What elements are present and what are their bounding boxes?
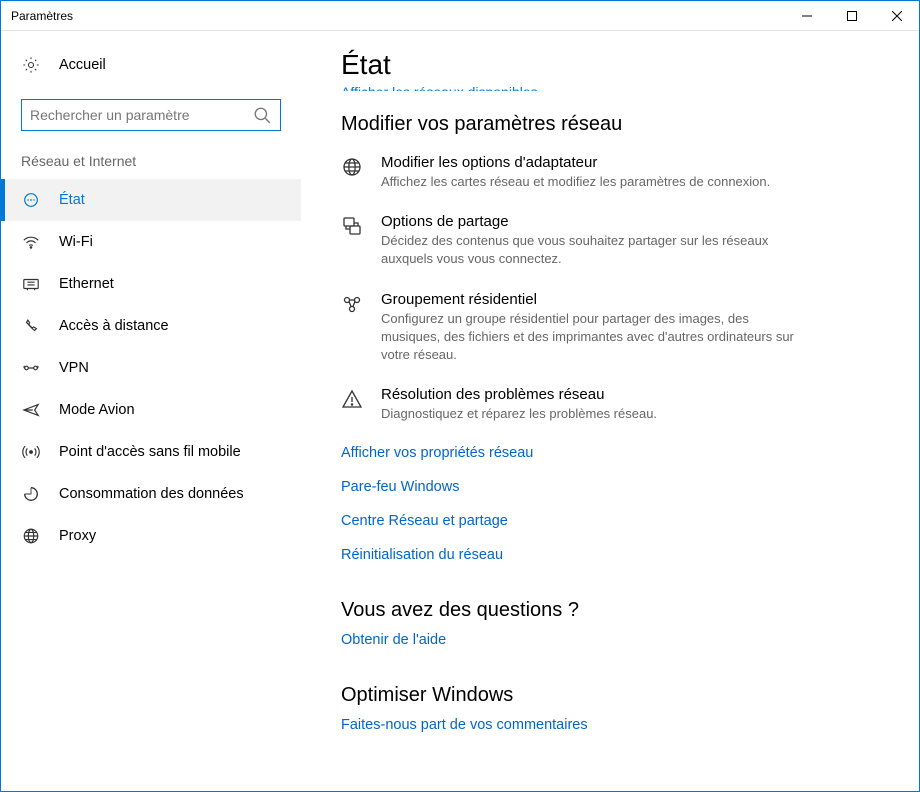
warning-icon <box>341 388 363 410</box>
option-desc: Diagnostiquez et réparez les problèmes r… <box>381 405 657 423</box>
sidebar-item-wifi[interactable]: Wi-Fi <box>1 221 301 263</box>
sidebar-item-vpn[interactable]: VPN <box>1 347 301 389</box>
ethernet-icon <box>21 274 41 294</box>
sidebar-item-dialup[interactable]: Accès à distance <box>1 305 301 347</box>
option-desc: Décidez des contenus que vous souhaitez … <box>381 232 811 268</box>
sidebar-home-label: Accueil <box>59 57 106 73</box>
option-troubleshoot[interactable]: Résolution des problèmes réseau Diagnost… <box>341 386 879 423</box>
option-title: Modifier les options d'adaptateur <box>381 154 770 171</box>
vpn-icon <box>21 358 41 378</box>
airplane-icon <box>21 400 41 420</box>
dialup-icon <box>21 316 41 336</box>
truncated-link[interactable]: Afficher les réseaux disponibles <box>341 85 879 91</box>
sidebar-item-datausage[interactable]: Consommation des données <box>1 473 301 515</box>
window-controls <box>784 1 919 30</box>
nav-label: État <box>59 192 85 208</box>
option-title: Groupement résidentiel <box>381 291 811 308</box>
nav-label: Mode Avion <box>59 402 135 418</box>
maximize-button[interactable] <box>829 1 874 30</box>
nav-label: Consommation des données <box>59 486 244 502</box>
window-title: Paramètres <box>11 9 784 23</box>
optimize-section: Optimiser Windows Faites-nous part de vo… <box>341 684 879 733</box>
data-usage-icon <box>21 484 41 504</box>
sharing-icon <box>341 215 363 237</box>
wifi-icon <box>21 232 41 252</box>
nav-label: Wi-Fi <box>59 234 93 250</box>
page-title: État <box>341 49 879 81</box>
sidebar-category: Réseau et Internet <box>1 153 301 179</box>
option-homegroup[interactable]: Groupement résidentiel Configurez un gro… <box>341 291 879 365</box>
sidebar-nav: État Wi-Fi Ethernet Accès à distance <box>1 179 301 557</box>
option-title: Options de partage <box>381 213 811 230</box>
hotspot-icon <box>21 442 41 462</box>
sidebar-item-ethernet[interactable]: Ethernet <box>1 263 301 305</box>
main-content: État Afficher les réseaux disponibles Mo… <box>301 31 919 791</box>
nav-label: Proxy <box>59 528 96 544</box>
sidebar-item-airplane[interactable]: Mode Avion <box>1 389 301 431</box>
link-list: Afficher vos propriétés réseau Pare-feu … <box>341 445 879 563</box>
sidebar-item-etat[interactable]: État <box>1 179 301 221</box>
link-get-help[interactable]: Obtenir de l'aide <box>341 632 879 648</box>
optimize-heading: Optimiser Windows <box>341 684 879 707</box>
link-reset[interactable]: Réinitialisation du réseau <box>341 547 879 563</box>
link-firewall[interactable]: Pare-feu Windows <box>341 479 879 495</box>
link-feedback[interactable]: Faites-nous part de vos commentaires <box>341 717 879 733</box>
option-desc: Configurez un groupe résidentiel pour pa… <box>381 310 811 365</box>
minimize-button[interactable] <box>784 1 829 30</box>
nav-label: Accès à distance <box>59 318 169 334</box>
gear-icon <box>21 55 41 75</box>
nav-label: Ethernet <box>59 276 114 292</box>
sidebar-item-hotspot[interactable]: Point d'accès sans fil mobile <box>1 431 301 473</box>
link-properties[interactable]: Afficher vos propriétés réseau <box>341 445 879 461</box>
sidebar-home[interactable]: Accueil <box>1 49 301 81</box>
status-icon <box>21 190 41 210</box>
option-desc: Affichez les cartes réseau et modifiez l… <box>381 173 770 191</box>
sidebar: Accueil Réseau et Internet État Wi-Fi <box>1 31 301 791</box>
section-modify-heading: Modifier vos paramètres réseau <box>341 113 879 136</box>
search-icon <box>252 105 272 125</box>
homegroup-icon <box>341 293 363 315</box>
nav-label: VPN <box>59 360 89 376</box>
questions-heading: Vous avez des questions ? <box>341 599 879 622</box>
globe-icon <box>341 156 363 178</box>
option-sharing[interactable]: Options de partage Décidez des contenus … <box>341 213 879 268</box>
proxy-icon <box>21 526 41 546</box>
titlebar: Paramètres <box>1 1 919 31</box>
search-box[interactable] <box>21 99 281 131</box>
option-adapter[interactable]: Modifier les options d'adaptateur Affich… <box>341 154 879 191</box>
close-button[interactable] <box>874 1 919 30</box>
search-input[interactable] <box>30 107 252 123</box>
nav-label: Point d'accès sans fil mobile <box>59 444 241 460</box>
option-title: Résolution des problèmes réseau <box>381 386 657 403</box>
questions-section: Vous avez des questions ? Obtenir de l'a… <box>341 599 879 648</box>
sidebar-item-proxy[interactable]: Proxy <box>1 515 301 557</box>
link-network-center[interactable]: Centre Réseau et partage <box>341 513 879 529</box>
